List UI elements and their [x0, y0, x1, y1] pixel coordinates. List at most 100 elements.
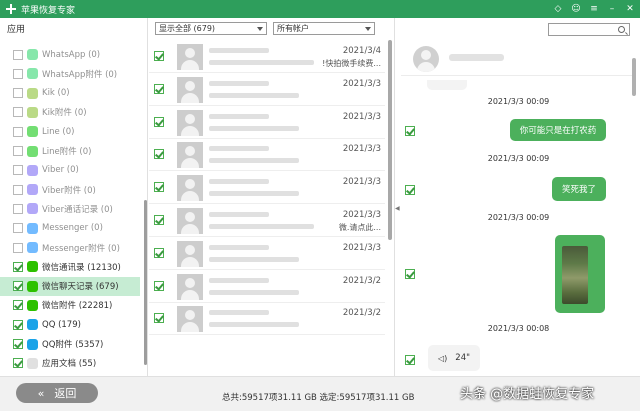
contact-name-blurred — [209, 113, 269, 119]
avatar — [177, 109, 203, 136]
table-row[interactable]: 2021/3/3 — [149, 139, 385, 172]
message-checkbox[interactable] — [154, 83, 164, 94]
sidebar-item[interactable]: 应用文档 (55) — [0, 354, 140, 373]
minimize-icon[interactable]: – — [606, 2, 618, 15]
sidebar-item-label: Viber (0) — [42, 165, 79, 176]
sidebar-scrollbar[interactable] — [144, 200, 147, 365]
search-input[interactable] — [548, 23, 630, 36]
message-preview-blurred — [209, 191, 299, 197]
sidebar-item-checkbox[interactable] — [13, 165, 23, 176]
sidebar-item-checkbox[interactable] — [13, 49, 23, 60]
sidebar-item[interactable]: QQ (179) — [0, 315, 140, 334]
sidebar-item[interactable]: 微信聊天记录 (679) — [0, 276, 140, 296]
chat-message-checkbox[interactable] — [405, 185, 415, 195]
message-date: 2021/3/3 — [342, 111, 381, 122]
avatar — [177, 208, 203, 234]
viber-icon — [27, 164, 38, 176]
sidebar-item-checkbox[interactable] — [13, 107, 23, 118]
message-checkbox[interactable] — [154, 215, 164, 225]
sidebar-item[interactable]: WhatsApp附件 (0) — [0, 64, 140, 83]
table-row[interactable]: 2021/3/2 — [149, 303, 385, 336]
sidebar-item-checkbox[interactable] — [13, 339, 23, 349]
sidebar-item[interactable]: Messenger附件 (0) — [0, 238, 140, 257]
sidebar-item[interactable]: Kik (0) — [0, 84, 140, 103]
feedback-icon[interactable]: ☺ — [570, 2, 582, 15]
qq-attachment-icon — [27, 338, 38, 350]
message-date: 2021/3/3 — [342, 242, 381, 253]
message-checkbox[interactable] — [154, 280, 164, 291]
chat-message-checkbox[interactable] — [405, 355, 415, 365]
sidebar-item[interactable]: Viber (0) — [0, 161, 140, 180]
sidebar-item-checkbox[interactable] — [13, 126, 23, 137]
viber-attachment-icon — [27, 184, 38, 196]
type-filter-select[interactable]: 显示全部 (679) — [155, 22, 267, 35]
message-checkbox[interactable] — [154, 247, 164, 258]
panel-splitter-icon[interactable]: ◀ — [395, 205, 400, 212]
sidebar-item-checkbox[interactable] — [13, 319, 23, 330]
message-list-scrollbar[interactable] — [388, 40, 392, 240]
sidebar-item-checkbox[interactable] — [13, 146, 23, 156]
table-row[interactable]: 2021/3/4 !快拍微手续费... — [149, 41, 385, 73]
chat-message-checkbox[interactable] — [405, 126, 415, 136]
window-title: 苹果恢复专家 — [21, 5, 76, 16]
sidebar-item[interactable]: WhatsApp (0) — [0, 45, 140, 64]
sidebar-item[interactable]: Line (0) — [0, 122, 140, 141]
chat-bubble-voice[interactable]: ◁) 24" — [428, 345, 480, 371]
message-checkbox[interactable] — [154, 116, 164, 127]
table-row[interactable]: 2021/3/3 微.请点此... — [149, 205, 385, 237]
table-row[interactable]: 2021/3/3 — [149, 238, 385, 270]
message-date: 2021/3/3 — [342, 210, 381, 220]
chat-timestamp: 2021/3/3 00:08 — [487, 324, 550, 333]
message-checkbox[interactable] — [154, 149, 164, 160]
sidebar-item[interactable]: Messenger (0) — [0, 219, 140, 238]
sidebar-item[interactable]: 微信通讯录 (12130) — [0, 257, 140, 276]
sidebar-item-checkbox[interactable] — [13, 242, 23, 253]
message-date: 2021/3/3 — [342, 78, 381, 89]
table-row[interactable]: 2021/3/3 — [149, 107, 385, 139]
sidebar-item[interactable]: QQ附件 (5357) — [0, 335, 140, 354]
chat-bubble-outgoing: 你可能只是在打农药 — [510, 119, 606, 141]
title-bar: 苹果恢复专家 ◇ ☺ ≡ – ✕ — [0, 0, 640, 18]
chat-photo-thumbnail[interactable] — [562, 246, 588, 304]
sidebar-item-label: QQ (179) — [42, 319, 81, 330]
sidebar-item-checkbox[interactable] — [13, 223, 23, 234]
table-row[interactable]: 2021/3/2 — [149, 271, 385, 303]
sidebar-item-label: QQ附件 (5357) — [42, 340, 104, 350]
message-preview: 微.请点此... — [338, 223, 381, 232]
message-checkbox[interactable] — [154, 51, 164, 61]
sidebar-item-label: Viber附件 (0) — [42, 185, 96, 196]
diamond-icon[interactable]: ◇ — [552, 2, 564, 15]
sidebar-item-checkbox[interactable] — [13, 300, 23, 311]
close-icon[interactable]: ✕ — [624, 2, 636, 15]
chat-message-checkbox[interactable] — [405, 269, 415, 279]
sidebar-item-label: WhatsApp (0) — [42, 49, 101, 60]
wechat-attachment-icon — [27, 299, 38, 311]
chat-scrollbar[interactable] — [632, 58, 636, 96]
account-filter-select[interactable]: 所有帐户 — [273, 22, 375, 35]
table-row[interactable]: 2021/3/3 — [149, 74, 385, 106]
sidebar-item[interactable]: Line附件 (0) — [0, 142, 140, 161]
sidebar-item[interactable]: Kik附件 (0) — [0, 103, 140, 122]
sidebar-item[interactable]: 微信附件 (22281) — [0, 296, 140, 315]
message-checkbox[interactable] — [154, 313, 164, 324]
sidebar-item-label: WhatsApp附件 (0) — [42, 69, 118, 80]
contact-name-blurred — [209, 80, 269, 86]
sidebar-item-checkbox[interactable] — [13, 281, 23, 292]
sidebar-item-checkbox[interactable] — [13, 88, 23, 99]
sidebar-item-checkbox[interactable] — [13, 68, 23, 79]
sidebar-item-checkbox[interactable] — [13, 358, 23, 369]
avatar — [177, 76, 203, 103]
message-preview-blurred — [209, 289, 299, 295]
chevron-down-icon — [365, 27, 371, 31]
sidebar-item[interactable]: Viber附件 (0) — [0, 180, 140, 199]
message-checkbox[interactable] — [154, 182, 164, 193]
sidebar-item-checkbox[interactable] — [13, 261, 23, 272]
sidebar-item-checkbox[interactable] — [13, 184, 23, 195]
table-row[interactable]: 2021/3/3 — [149, 172, 385, 205]
sidebar-item[interactable]: Viber通话记录 (0) — [0, 199, 140, 218]
back-button[interactable]: « 返回 — [16, 383, 98, 403]
sidebar-item-checkbox[interactable] — [13, 203, 23, 214]
sidebar-item-label: Messenger (0) — [42, 223, 103, 234]
menu-icon[interactable]: ≡ — [588, 2, 600, 15]
chevron-down-icon — [257, 27, 263, 31]
